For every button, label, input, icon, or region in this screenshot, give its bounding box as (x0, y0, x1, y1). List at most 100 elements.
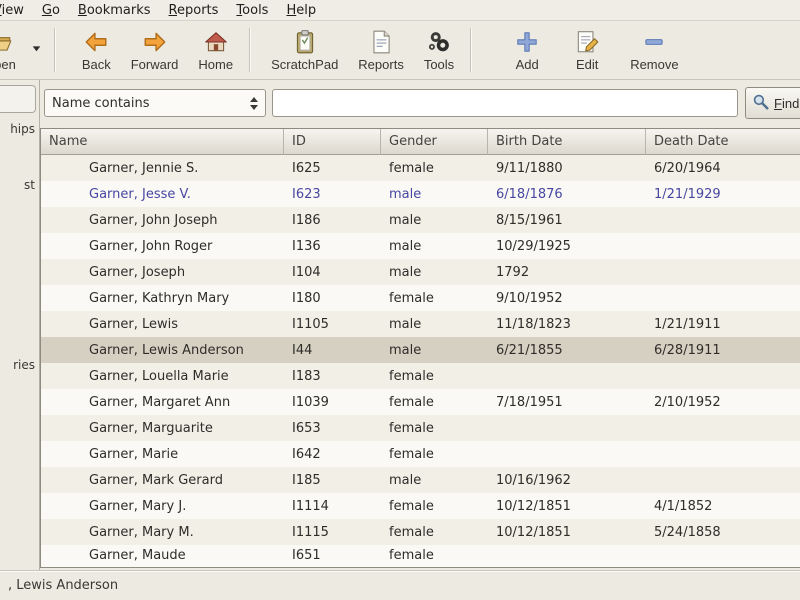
cell-death (646, 363, 800, 389)
cell-id: I1039 (284, 389, 381, 415)
table-row[interactable]: Garner, MaudeI651female (41, 545, 800, 565)
cell-name: Garner, Lewis (41, 311, 284, 337)
status-bar: , Lewis Anderson (0, 570, 800, 600)
table-row[interactable]: Garner, Mary J.I1114female10/12/18514/1/… (41, 493, 800, 519)
table-row[interactable]: Garner, LewisI1105male11/18/18231/21/191… (41, 311, 800, 337)
scratchpad-button[interactable]: ScratchPad (261, 25, 348, 75)
filter-type-select[interactable]: Name contains (44, 89, 266, 117)
home-button-label: Home (198, 57, 233, 72)
cell-death (646, 545, 800, 565)
tools-button-label: Tools (424, 57, 454, 72)
cell-gender: female (381, 545, 488, 565)
open-dropdown-button[interactable] (26, 25, 48, 75)
table-row[interactable]: Garner, John RogerI136male10/29/1925 (41, 233, 800, 259)
toolbar-separator (54, 28, 56, 72)
sidebar: hips st ries (0, 80, 40, 570)
cell-id: I44 (284, 337, 381, 363)
cell-id: I642 (284, 441, 381, 467)
table-row[interactable]: Garner, Jennie S.I625female9/11/18806/20… (41, 155, 800, 181)
cell-name: Garner, John Roger (41, 233, 284, 259)
cell-name: Garner, John Joseph (41, 207, 284, 233)
table-row[interactable]: Garner, Lewis AndersonI44male6/21/18556/… (41, 337, 800, 363)
cell-name: Garner, Jennie S. (41, 155, 284, 181)
cell-birth: 8/15/1961 (488, 207, 646, 233)
table-row[interactable]: Garner, MarieI642female (41, 441, 800, 467)
sidebar-item-fragment[interactable]: hips (10, 122, 35, 136)
table-row[interactable]: Garner, Mark GerardI185male10/16/1962 (41, 467, 800, 493)
cell-name: Garner, Kathryn Mary (41, 285, 284, 311)
combo-spinner-icon (250, 97, 258, 110)
cell-death (646, 207, 800, 233)
filter-search-input[interactable] (272, 89, 738, 117)
reports-button[interactable]: Reports (348, 25, 414, 75)
sidebar-item-fragment[interactable]: ries (13, 358, 35, 372)
column-header-death-date[interactable]: Death Date (646, 129, 800, 155)
menu-bookmarks[interactable]: Bookmarks (69, 2, 160, 19)
table-row[interactable]: Garner, John JosephI186male8/15/1961 (41, 207, 800, 233)
tools-button[interactable]: Tools (414, 25, 464, 75)
cell-name: Garner, Joseph (41, 259, 284, 285)
cell-death: 6/28/1911 (646, 337, 800, 363)
cell-birth: 7/18/1951 (488, 389, 646, 415)
add-button-label: Add (516, 57, 539, 72)
cell-id: I185 (284, 467, 381, 493)
back-button[interactable]: Back (72, 25, 121, 75)
cell-gender: female (381, 285, 488, 311)
cell-birth: 6/18/1876 (488, 181, 646, 207)
table-row[interactable]: Garner, JosephI104male1792 (41, 259, 800, 285)
remove-button-label: Remove (630, 57, 678, 72)
table-row[interactable]: Garner, Louella MarieI183female (41, 363, 800, 389)
column-header-birth-date[interactable]: Birth Date (488, 129, 646, 155)
table-row[interactable]: Garner, Mary M.I1115female10/12/18515/24… (41, 519, 800, 545)
table-header: NameIDGenderBirth DateDeath Date (41, 129, 800, 155)
add-button[interactable]: Add (504, 25, 550, 75)
status-text: , Lewis Anderson (8, 578, 118, 593)
add-plus-icon (514, 28, 540, 55)
cell-id: I653 (284, 415, 381, 441)
open-button[interactable]: Open (0, 25, 26, 75)
cell-birth: 9/10/1952 (488, 285, 646, 311)
cell-name: Garner, Mark Gerard (41, 467, 284, 493)
forward-button[interactable]: Forward (121, 25, 189, 75)
find-button[interactable]: Find (745, 87, 800, 119)
sidebar-item-fragment[interactable]: st (24, 178, 35, 192)
cell-id: I183 (284, 363, 381, 389)
open-button-label: Open (0, 57, 16, 72)
remove-button[interactable]: Remove (620, 25, 688, 75)
cell-gender: female (381, 363, 488, 389)
table-row[interactable]: Garner, MarguariteI653female (41, 415, 800, 441)
cell-death (646, 233, 800, 259)
cell-death: 4/1/1852 (646, 493, 800, 519)
table-row[interactable]: Garner, Jesse V.I623male6/18/18761/21/19… (41, 181, 800, 207)
back-button-label: Back (82, 57, 111, 72)
column-header-name[interactable]: Name (41, 129, 284, 155)
menu-tools[interactable]: Tools (227, 2, 277, 19)
menu-help[interactable]: Help (277, 2, 325, 19)
cell-death (646, 467, 800, 493)
cell-name: Garner, Maude (41, 545, 284, 565)
home-button[interactable]: Home (188, 25, 243, 75)
sidebar-button-fragment[interactable] (0, 85, 36, 113)
people-view: Name contains Find NameIDGenderBirth Dat… (40, 80, 800, 570)
column-header-id[interactable]: ID (284, 129, 381, 155)
cell-gender: male (381, 337, 488, 363)
cell-name: Garner, Lewis Anderson (41, 337, 284, 363)
table-row[interactable]: Garner, Margaret AnnI1039female7/18/1951… (41, 389, 800, 415)
menu-go[interactable]: Go (33, 2, 69, 19)
remove-minus-icon (641, 28, 667, 55)
cell-birth: 9/11/1880 (488, 155, 646, 181)
column-header-gender[interactable]: Gender (381, 129, 488, 155)
cell-birth: 10/12/1851 (488, 519, 646, 545)
cell-id: I625 (284, 155, 381, 181)
edit-button[interactable]: Edit (564, 25, 610, 75)
cell-gender: female (381, 519, 488, 545)
table-row[interactable]: Garner, Kathryn MaryI180female9/10/1952 (41, 285, 800, 311)
cell-id: I180 (284, 285, 381, 311)
menu-reports[interactable]: Reports (160, 2, 228, 19)
cell-name: Garner, Mary J. (41, 493, 284, 519)
cell-name: Garner, Louella Marie (41, 363, 284, 389)
home-icon (203, 28, 229, 55)
forward-button-label: Forward (131, 57, 179, 72)
scratchpad-button-label: ScratchPad (271, 57, 338, 72)
menu-view[interactable]: View (0, 2, 33, 19)
